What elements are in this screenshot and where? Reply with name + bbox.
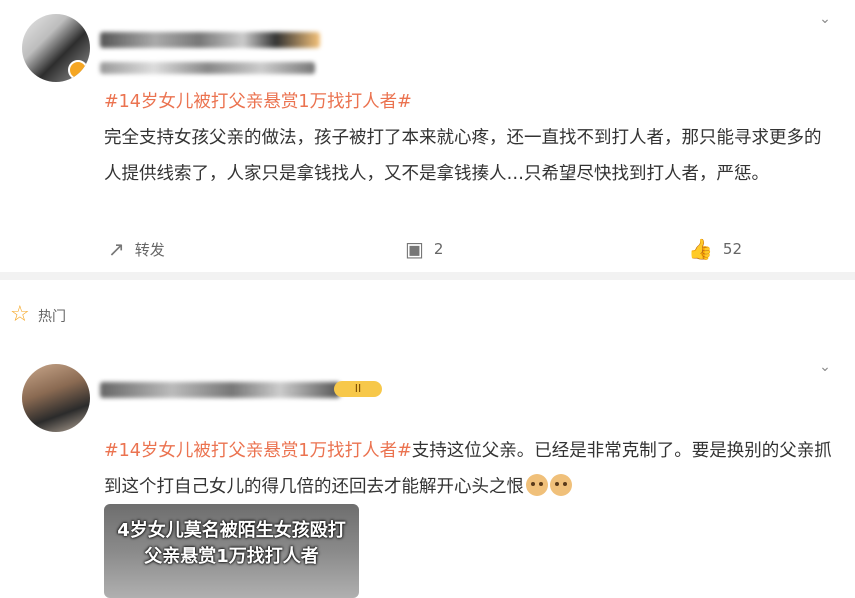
comment-icon: ▣ [405, 237, 424, 261]
hashtag-link[interactable]: #14岁女儿被打父亲悬赏1万找打人者# [104, 441, 412, 461]
section-divider [0, 272, 855, 280]
thumbs-up-icon: 👍 [688, 237, 713, 261]
star-icon: ☆ [10, 302, 30, 327]
repost-label: 转发 [134, 240, 165, 259]
repost-icon: ↗ [108, 237, 125, 261]
comment-count: 2 [433, 240, 444, 258]
thumbnail-caption-line2: 父亲悬赏1万找打人者 [144, 546, 319, 567]
repost-button[interactable]: ↗ 转发 [108, 236, 165, 262]
hot-section-label: 热门 [38, 309, 66, 325]
hot-section-header: ☆ 热门 [0, 296, 855, 336]
comment-content: #14岁女儿被打父亲悬赏1万找打人者# 完全支持女孩父亲的做法，孩子被打了本来就心… [104, 84, 824, 192]
thumbnail-caption-line1: 4岁女儿莫名被陌生女孩殴打 [117, 520, 346, 541]
chevron-down-icon[interactable]: ⌄ [818, 12, 832, 26]
comment-text: 完全支持女孩父亲的做法，孩子被打了本来就心疼，还一直找不到打人者，那只能寻求更多… [104, 128, 822, 184]
cat-emoji-icon [526, 474, 548, 496]
username-blurred[interactable] [100, 382, 340, 398]
avatar[interactable] [22, 364, 90, 432]
hashtag-link[interactable]: #14岁女儿被打父亲悬赏1万找打人者# [104, 92, 412, 112]
user-description-blurred [100, 62, 315, 74]
level-badge: II [334, 381, 382, 397]
username-blurred[interactable] [100, 32, 320, 48]
verified-badge-icon [68, 60, 88, 80]
video-thumbnail[interactable]: 4岁女儿莫名被陌生女孩殴打 父亲悬赏1万找打人者 [104, 504, 359, 598]
cat-emoji-icon [550, 474, 572, 496]
like-count: 52 [722, 240, 742, 258]
like-button[interactable]: 👍 52 [688, 236, 742, 262]
comment-content: #14岁女儿被打父亲悬赏1万找打人者#支持这位父亲。已经是非常克制了。要是换别的… [104, 433, 834, 505]
chevron-down-icon[interactable]: ⌄ [818, 360, 832, 374]
avatar[interactable] [22, 14, 90, 82]
comment-button[interactable]: ▣ 2 [405, 236, 443, 262]
